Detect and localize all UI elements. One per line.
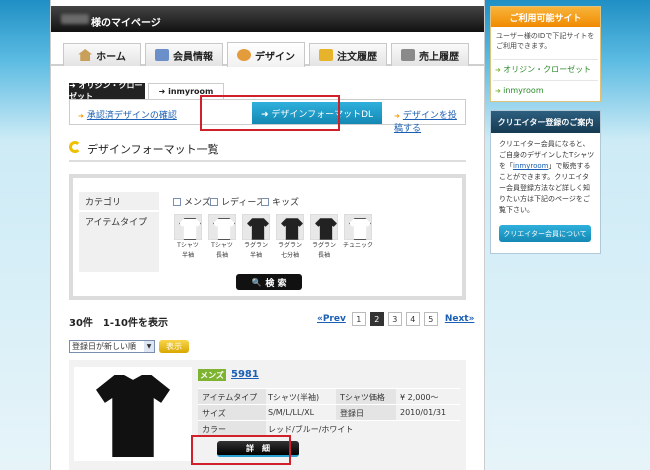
prev-page-link[interactable]: «Prev <box>317 314 346 324</box>
post-design-link[interactable]: デザインを投稿する <box>394 108 465 134</box>
black-tshirt-image <box>96 375 170 457</box>
item-type-tshirt-short[interactable]: Tシャツ 半袖 <box>173 214 203 262</box>
mypage-title: 様のマイページ <box>91 18 161 29</box>
product-spec-table: アイテムタイプ Tシャツ(半袖) Tシャツ価格 ¥ 2,000〜 サイズ S/M… <box>198 388 460 436</box>
inmyroom-link[interactable]: inmyroom <box>513 162 548 170</box>
mypage-header: 様のマイページ <box>51 6 484 32</box>
product-id-link[interactable]: 5981 <box>231 369 259 380</box>
item-type-tunic[interactable]: チュニック <box>343 214 373 262</box>
next-page-link[interactable]: Next» <box>445 314 475 324</box>
item-type-raglan-short[interactable]: ラグラン 半袖 <box>241 214 271 262</box>
search-panel: カテゴリ メンズ レディース キッズ アイテムタイプ Tシャツ 半袖 Tシャツ … <box>69 174 466 300</box>
available-sites-panel: ご利用可能サイト ユーザー様のIDで下記サイトをご利用できます。 オリジン・クロ… <box>490 6 601 102</box>
category-mens-checkbox[interactable]: メンズ <box>173 195 211 208</box>
sales-icon <box>401 49 415 61</box>
page-3[interactable]: 3 <box>387 312 402 326</box>
tab-order-history[interactable]: 注文履歴 <box>309 43 387 66</box>
search-button[interactable]: 🔍 検 索 <box>236 274 302 290</box>
item-type-tshirt-long[interactable]: Tシャツ 長袖 <box>207 214 237 262</box>
item-type-label: アイテムタイプ <box>79 212 159 272</box>
highlight-box <box>191 435 291 465</box>
category-ladies-checkbox[interactable]: レディース <box>210 195 265 208</box>
blurred-username <box>61 14 89 24</box>
checkbox-box[interactable] <box>210 197 218 206</box>
product-photo[interactable] <box>74 367 192 461</box>
category-kids-checkbox[interactable]: キッズ <box>261 195 299 208</box>
tshirt-icon <box>208 214 236 240</box>
title-ring-icon <box>69 141 81 153</box>
creator-text: クリエイター会員になると、ご自身のデザインしたTシャツを「inmyroom」で販… <box>499 140 595 214</box>
raglan-icon <box>310 214 338 240</box>
chevron-down-icon: ▼ <box>144 341 154 352</box>
mens-badge: メンズ <box>198 369 226 381</box>
checkbox-box[interactable] <box>173 197 181 206</box>
main-nav: ホーム 会員情報 デザイン 注文履歴 売上履歴 <box>51 40 484 67</box>
creator-panel: クリエイター登録のご案内 クリエイター会員になると、ご自身のデザインしたTシャツ… <box>490 110 601 254</box>
order-icon <box>319 49 333 61</box>
tab-design[interactable]: デザイン <box>227 42 305 67</box>
tab-sales-history[interactable]: 売上履歴 <box>391 43 469 66</box>
checkbox-box[interactable] <box>261 197 269 206</box>
raglan-icon <box>242 214 270 240</box>
page-5[interactable]: 5 <box>423 312 438 326</box>
divider <box>493 80 598 81</box>
tunic-icon <box>344 214 372 240</box>
divider <box>69 160 466 162</box>
spec-row: サイズ S/M/L/LL/XL 登録日 2010/01/31 <box>198 404 460 420</box>
site-link-origin-closet[interactable]: オリジン・クローゼット <box>495 64 591 75</box>
pagination: «Prev 1 2 3 4 5 Next» <box>317 311 474 327</box>
page-4[interactable]: 4 <box>405 312 420 326</box>
result-count: 30件 1-10件を表示 <box>69 318 168 329</box>
subtab-origin-closet[interactable]: ➜ オリジン・クローゼット <box>69 81 145 101</box>
search-icon: 🔍 <box>251 277 262 287</box>
tab-member-info[interactable]: 会員情報 <box>145 43 223 66</box>
sort-select[interactable]: 登録日が新しい順 ▼ <box>69 340 155 353</box>
available-sites-desc: ユーザー様のIDで下記サイトをご利用できます。 <box>496 32 595 50</box>
creator-member-button[interactable]: クリエイター会員について <box>499 225 591 242</box>
tshirt-icon <box>174 214 202 240</box>
spec-row: カラー レッド/ブルー/ホワイト <box>198 420 460 436</box>
item-type-raglan-three-quarter[interactable]: ラグラン 七分袖 <box>275 214 305 262</box>
approved-designs-link[interactable]: 承認済デザインの確認 <box>78 108 177 121</box>
page-1[interactable]: 1 <box>351 312 366 326</box>
divider <box>493 59 598 60</box>
creator-title: クリエイター登録のご案内 <box>491 111 600 133</box>
raglan-icon <box>276 214 304 240</box>
spec-row: アイテムタイプ Tシャツ(半袖) Tシャツ価格 ¥ 2,000〜 <box>198 388 460 404</box>
site-link-inmyroom[interactable]: inmyroom <box>495 86 544 95</box>
home-icon <box>78 49 93 61</box>
page-2-current: 2 <box>369 312 384 326</box>
category-label: カテゴリ <box>79 192 159 210</box>
available-sites-title: ご利用可能サイト <box>491 7 600 27</box>
member-icon <box>155 49 169 61</box>
main-content: 様のマイページ ホーム 会員情報 デザイン 注文履歴 売上履歴 ➜ オリジン・ク… <box>50 0 485 470</box>
tab-home[interactable]: ホーム <box>63 43 141 66</box>
sort-apply-button[interactable]: 表示 <box>159 340 189 353</box>
design-icon <box>237 49 251 61</box>
highlight-box <box>200 95 340 131</box>
item-type-raglan-long[interactable]: ラグラン 長袖 <box>309 214 339 262</box>
section-title: デザインフォーマット一覧 <box>69 139 466 159</box>
